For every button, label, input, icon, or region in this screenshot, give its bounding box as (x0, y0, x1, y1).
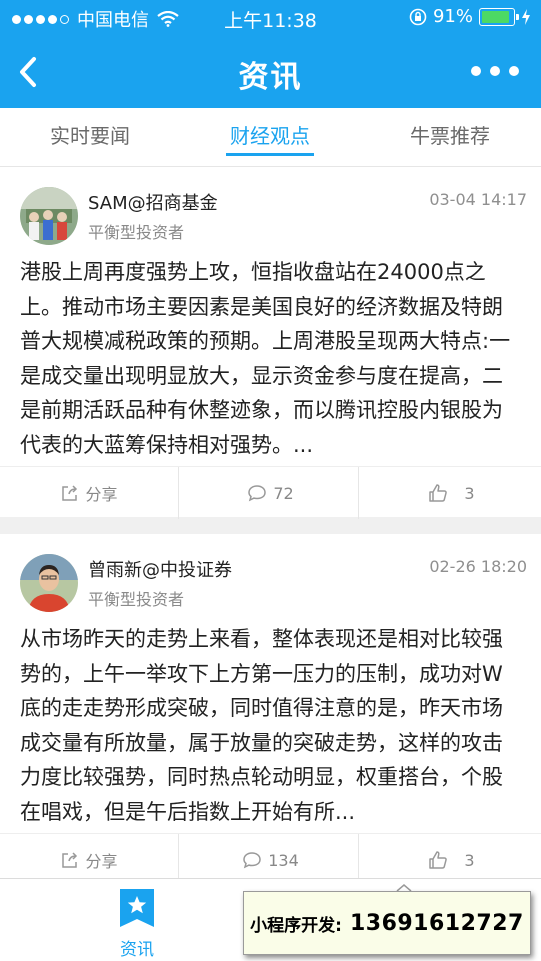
thumbs-up-icon (429, 484, 448, 502)
share-label: 分享 (85, 852, 118, 871)
battery-icon (479, 7, 519, 26)
tabbar-item-news[interactable]: 资讯 (97, 887, 177, 960)
post-time: 02-26 18:20 (429, 557, 527, 576)
post-author-row: SAM@招商基金 平衡型投资者 03-04 14:17 (0, 167, 541, 253)
like-count: 3 (464, 483, 475, 503)
nav-bar: 资讯 (0, 36, 541, 108)
like-button[interactable]: 3 (362, 467, 541, 519)
more-dots-icon (471, 66, 481, 76)
thumbs-up-icon (429, 851, 448, 869)
share-button[interactable]: 分享 (0, 467, 179, 519)
divider (178, 467, 179, 519)
comment-icon (248, 485, 267, 502)
tab-realtime-news[interactable]: 实时要闻 (0, 108, 180, 166)
avatar[interactable] (20, 554, 78, 612)
divider (358, 467, 359, 519)
rotation-lock-icon (409, 8, 427, 25)
post-text[interactable]: 港股上周再度强势上攻，恒指收盘站在24000点之上。推动市场主要因素是美国良好的… (20, 255, 515, 462)
promo-phone: 13691612727 (349, 910, 524, 936)
investor-type: 平衡型投资者 (88, 223, 185, 242)
status-right: 91% (409, 6, 531, 27)
author-name[interactable]: 曾雨新@中投证券 (88, 556, 232, 582)
more-button[interactable] (471, 66, 519, 76)
avatar[interactable] (20, 187, 78, 245)
promo-banner: 小程序开发: 13691612727 (243, 891, 531, 955)
status-bar: 中国电信 上午11:38 91% (0, 0, 541, 36)
comment-count: 134 (268, 850, 299, 870)
battery-percent: 91% (432, 6, 473, 27)
tabbar-label: 资讯 (120, 940, 154, 960)
comment-icon (243, 852, 261, 869)
post-card[interactable]: SAM@招商基金 平衡型投资者 03-04 14:17 港股上周再度强势上攻，恒… (0, 167, 541, 519)
post-actions: 分享 72 3 (0, 466, 541, 519)
category-tabs: 实时要闻 财经观点 牛票推荐 (0, 108, 541, 167)
tab-finance-views[interactable]: 财经观点 (180, 108, 360, 166)
comment-count: 72 (273, 483, 294, 503)
tab-stock-picks[interactable]: 牛票推荐 (360, 108, 540, 166)
share-icon (62, 485, 78, 501)
active-tab-indicator (226, 153, 314, 156)
post-time: 03-04 14:17 (429, 190, 527, 209)
author-name[interactable]: SAM@招商基金 (88, 189, 218, 215)
share-icon (62, 852, 78, 868)
investor-type: 平衡型投资者 (88, 590, 185, 609)
like-count: 3 (464, 850, 475, 870)
post-author-row: 曾雨新@中投证券 平衡型投资者 02-26 18:20 (0, 534, 541, 620)
post-text[interactable]: 从市场昨天的走势上来看，整体表现还是相对比较强势的，上午一举攻下上方第一压力的压… (20, 622, 515, 829)
star-bookmark-icon (120, 889, 154, 927)
charging-bolt-icon (522, 8, 530, 25)
post-card[interactable]: 曾雨新@中投证券 平衡型投资者 02-26 18:20 从市场昨天的走势上来看，… (0, 534, 541, 886)
comment-button[interactable]: 72 (181, 467, 360, 519)
page-title: 资讯 (238, 60, 303, 95)
promo-label: 小程序开发: (250, 915, 342, 936)
share-label: 分享 (85, 485, 118, 504)
